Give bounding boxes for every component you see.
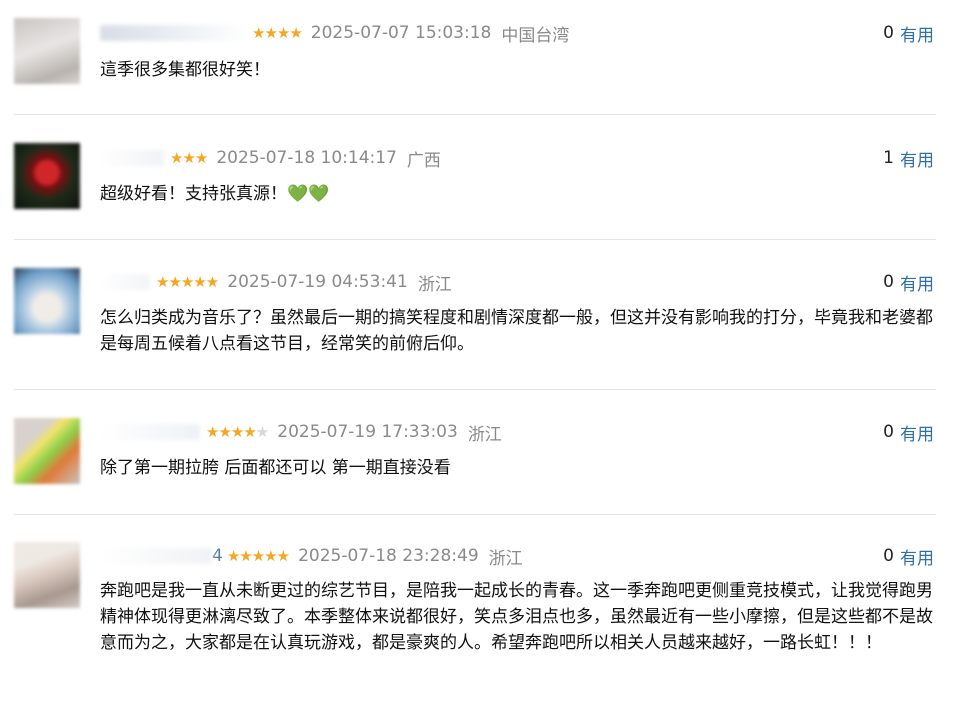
comment-time: 2025-07-19 04:53:41 (227, 272, 408, 292)
divider (14, 514, 936, 515)
useful-vote: 0 有用 (883, 419, 934, 445)
useful-vote: 1 有用 (883, 145, 934, 171)
comment-time: 2025-07-19 17:33:03 (277, 422, 458, 442)
rating-stars: ★★★★★ (156, 273, 219, 291)
useful-vote: 0 有用 (883, 269, 934, 295)
comment-meta: ★★★ 2025-07-18 10:14:17 广西 (100, 145, 441, 171)
useful-button[interactable]: 有用 (900, 270, 934, 295)
comment-text: 怎么归类成为音乐了？虽然最后一期的搞笑程度和剧情深度都一般，但这并没有影响我的打… (100, 308, 933, 354)
useful-button[interactable]: 有用 (900, 21, 934, 46)
useful-vote: 0 有用 (883, 20, 934, 46)
comment-text: 超级好看！支持张真源！💚💚 (100, 184, 330, 204)
username-blurred[interactable] (100, 25, 246, 41)
username-suffix: 4 (212, 546, 223, 566)
useful-count: 0 (883, 546, 894, 566)
comment-location: 广西 (406, 150, 441, 171)
username-blurred[interactable] (100, 424, 200, 440)
comment-text: 除了第一期拉胯 后面都还可以 第一期直接没看 (100, 458, 451, 478)
username-blurred[interactable] (100, 150, 164, 166)
divider (14, 114, 936, 115)
avatar[interactable] (14, 18, 80, 84)
useful-vote: 0 有用 (883, 543, 934, 569)
username-blurred[interactable] (100, 274, 150, 290)
useful-button[interactable]: 有用 (900, 544, 934, 569)
rating-stars: ★★★★★ (226, 547, 290, 565)
username-blurred[interactable] (100, 548, 212, 564)
comment-text: 奔跑吧是我一直从未断更过的综艺节目，是陪我一起成长的青春。这一季奔跑吧更侧重竞技… (100, 581, 933, 653)
avatar[interactable] (14, 268, 80, 334)
rating-stars: ★★★★★ (206, 423, 269, 441)
comment-time: 2025-07-18 10:14:17 (216, 148, 397, 168)
comment-meta: ★★★★ 2025-07-07 15:03:18 中国台湾 (100, 20, 569, 46)
avatar[interactable] (14, 542, 80, 608)
rating-stars: ★★★★ (252, 24, 303, 42)
comment-meta: 4 ★★★★★ 2025-07-18 23:28:49 浙江 (100, 543, 523, 569)
useful-count: 1 (883, 148, 894, 168)
comment-meta: ★★★★★ 2025-07-19 04:53:41 浙江 (100, 269, 452, 295)
comment-location: 中国台湾 (501, 25, 570, 46)
useful-count: 0 (883, 23, 894, 43)
comment-location: 浙江 (417, 274, 452, 295)
comment-time: 2025-07-18 23:28:49 (298, 546, 479, 566)
divider (14, 389, 936, 390)
avatar[interactable] (14, 418, 80, 484)
comment-time: 2025-07-07 15:03:18 (310, 23, 492, 43)
useful-count: 0 (883, 272, 894, 292)
divider (14, 239, 936, 240)
avatar[interactable] (14, 143, 80, 209)
useful-count: 0 (883, 422, 894, 442)
useful-button[interactable]: 有用 (900, 420, 934, 445)
comment-meta: ★★★★★ 2025-07-19 17:33:03 浙江 (100, 419, 502, 445)
useful-button[interactable]: 有用 (900, 146, 934, 171)
comment-text: 這季很多集都很好笑！ (100, 60, 270, 80)
rating-stars: ★★★ (170, 149, 208, 167)
comment-location: 浙江 (467, 424, 502, 445)
comment-location: 浙江 (488, 548, 523, 569)
